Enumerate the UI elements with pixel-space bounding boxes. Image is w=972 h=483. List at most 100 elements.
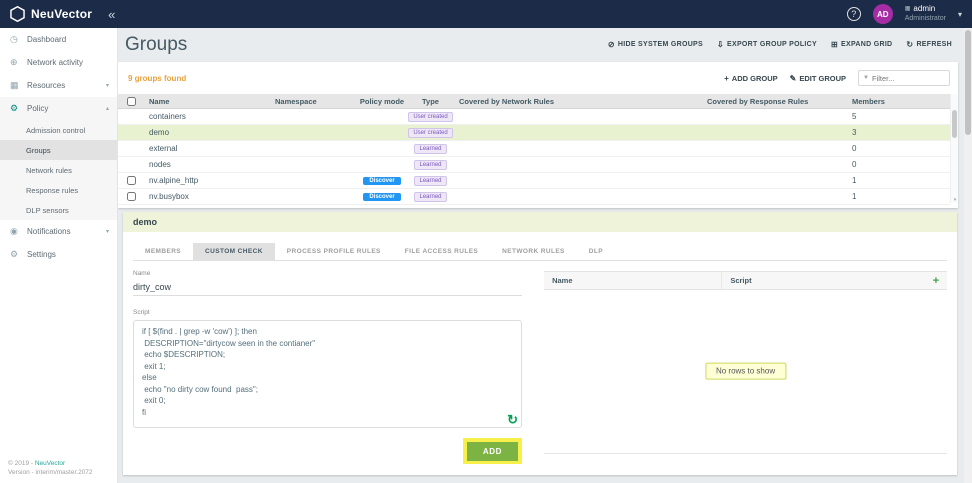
grid-scrollbar[interactable]: ▾ <box>950 94 958 203</box>
notifications-icon: ◉ <box>10 226 18 236</box>
user-menu-caret-icon[interactable]: ▾ <box>958 10 962 19</box>
sidebar-item-label: Resources <box>27 81 66 90</box>
page-scrollbar[interactable] <box>964 28 972 483</box>
select-all-checkbox[interactable] <box>126 96 136 106</box>
tab-custom-check[interactable]: CUSTOM CHECK <box>193 243 275 260</box>
download-icon: ⇩ <box>717 40 725 49</box>
tab-process-profile-rules[interactable]: PROCESS PROFILE RULES <box>275 243 393 260</box>
help-icon[interactable]: ? <box>846 7 861 21</box>
tab-members[interactable]: MEMBERS <box>133 243 193 260</box>
table-row[interactable]: nv.alpine_http Discover Learned 1 <box>118 173 950 189</box>
tab-network-rules[interactable]: NETWORK RULES <box>490 243 577 260</box>
tab-file-access-rules[interactable]: FILE ACCESS RULES <box>393 243 490 260</box>
sidebar-item-policy[interactable]: ⚙ Policy ▴ <box>0 97 117 120</box>
sidebar-item-dashboard[interactable]: ◷ Dashboard <box>0 28 117 51</box>
name-label: Name <box>133 270 151 277</box>
grid-scrollbar-thumb[interactable] <box>952 110 957 138</box>
sidebar-item-settings[interactable]: ⚙ Settings <box>0 243 117 266</box>
policy-mode-cell <box>357 141 407 156</box>
row-checkbox[interactable] <box>126 192 136 201</box>
add-script-button[interactable]: ADD <box>466 442 519 461</box>
sidebar-item-groups[interactable]: Groups <box>0 140 117 160</box>
eye-off-icon: ⊘ <box>607 40 615 49</box>
export-group-policy-button[interactable]: ⇩ EXPORT GROUP POLICY <box>717 40 817 49</box>
namespace-cell <box>270 157 357 172</box>
scroll-down-icon[interactable]: ▾ <box>951 197 959 203</box>
type-badge: User created <box>408 111 453 122</box>
hide-system-groups-button[interactable]: ⊘ HIDE SYSTEM GROUPS <box>608 40 703 49</box>
table-row[interactable]: external Learned 0 <box>118 141 950 157</box>
type-badge: Learned <box>414 191 447 202</box>
filter-icon: ▼ <box>863 75 869 81</box>
table-row[interactable]: nodes Learned 0 <box>118 157 950 173</box>
groups-table: Name Namespace Policy mode Type Covered … <box>118 94 950 205</box>
sidebar-collapse-icon[interactable]: « <box>108 7 115 22</box>
table-row-selected[interactable]: demo User created 3 <box>118 125 950 141</box>
groups-count: 9 groups found <box>128 74 187 83</box>
filter-input[interactable] <box>871 73 945 83</box>
dashboard-icon: ◷ <box>10 34 18 44</box>
filter-box: ▼ <box>858 70 950 86</box>
scripts-header-name: Name <box>552 276 573 285</box>
table-row[interactable]: nv.busybox Discover Learned 1 <box>118 189 950 205</box>
header-type[interactable]: Type <box>407 94 454 108</box>
user-menu[interactable]: ▦ admin Administrator <box>905 4 946 24</box>
header-policy-mode[interactable]: Policy mode <box>357 94 407 108</box>
sidebar-item-response-rules[interactable]: Response rules <box>0 180 117 200</box>
script-form: Name Script if [ $(find . | grep -w 'cow… <box>133 261 544 464</box>
scripts-list: Name Script + No rows to show <box>544 261 947 464</box>
sidebar-item-network-rules[interactable]: Network rules <box>0 160 117 180</box>
action-label: HIDE SYSTEM GROUPS <box>617 41 703 48</box>
type-badge: Learned <box>414 143 447 154</box>
sidebar-item-notifications[interactable]: ◉ Notifications ▾ <box>0 220 117 243</box>
header-namespace[interactable]: Namespace <box>270 94 357 108</box>
tab-dlp[interactable]: DLP <box>577 243 615 260</box>
detail-group-title: demo <box>123 212 957 232</box>
sidebar-item-resources[interactable]: ▦ Resources ▾ <box>0 74 117 97</box>
header-members[interactable]: Members <box>847 94 950 108</box>
members-cell: 0 <box>852 144 857 153</box>
avatar[interactable]: AD <box>872 4 893 24</box>
refresh-button[interactable]: ↻ REFRESH <box>906 40 952 49</box>
script-name-input[interactable] <box>133 279 523 296</box>
expand-icon: ⊞ <box>831 40 839 49</box>
covered-response-cell <box>702 125 847 140</box>
network-activity-icon: ⊕ <box>10 57 18 67</box>
topbar-right: ? AD ▦ admin Administrator ▾ <box>846 4 972 24</box>
footer-brand-link[interactable]: NeuVector <box>35 460 65 467</box>
main-content: Groups ⊘ HIDE SYSTEM GROUPS ⇩ EXPORT GRO… <box>118 28 964 483</box>
add-group-button[interactable]: + ADD GROUP <box>724 74 778 83</box>
covered-response-cell <box>702 189 847 204</box>
action-label: EXPAND GRID <box>841 41 893 48</box>
header-covered-network[interactable]: Covered by Network Rules <box>454 94 702 108</box>
policy-mode-badge: Discover <box>363 192 401 201</box>
scripts-list-body: No rows to show <box>544 290 947 454</box>
sidebar-item-admission-control[interactable]: Admission control <box>0 120 117 140</box>
expand-grid-button[interactable]: ⊞ EXPAND GRID <box>831 40 892 49</box>
page-scrollbar-thumb[interactable] <box>965 30 971 135</box>
add-row-plus-icon[interactable]: + <box>925 275 947 287</box>
org-icon: ▦ <box>904 6 911 12</box>
header-name[interactable]: Name <box>144 94 270 108</box>
edit-group-button[interactable]: ✎ EDIT GROUP <box>790 74 846 83</box>
sidebar-item-dlp-sensors[interactable]: DLP sensors <box>0 200 117 220</box>
resources-icon: ▦ <box>10 80 19 90</box>
row-checkbox[interactable] <box>126 176 136 185</box>
chevron-up-icon: ▴ <box>105 106 109 112</box>
header-covered-response[interactable]: Covered by Response Rules <box>702 94 847 108</box>
button-label: EDIT GROUP <box>799 73 846 83</box>
add-row: ADD <box>133 438 523 464</box>
namespace-cell <box>270 109 357 124</box>
type-badge: Learned <box>414 159 447 170</box>
script-refresh-icon[interactable]: ↻ <box>507 412 518 428</box>
namespace-cell <box>270 141 357 156</box>
copyright: © 2019 - <box>8 460 35 467</box>
sidebar-item-network-activity[interactable]: ⊕ Network activity <box>0 51 117 74</box>
table-row[interactable]: containers User created 5 <box>118 109 950 125</box>
type-badge: Learned <box>414 175 447 186</box>
plus-icon: + <box>724 73 729 83</box>
script-textarea[interactable]: if [ $(find . | grep -w 'cow') ]; then D… <box>134 321 522 427</box>
sidebar-item-label: Notifications <box>27 227 71 236</box>
empty-message: No rows to show <box>704 362 787 380</box>
group-name: nodes <box>149 160 171 169</box>
